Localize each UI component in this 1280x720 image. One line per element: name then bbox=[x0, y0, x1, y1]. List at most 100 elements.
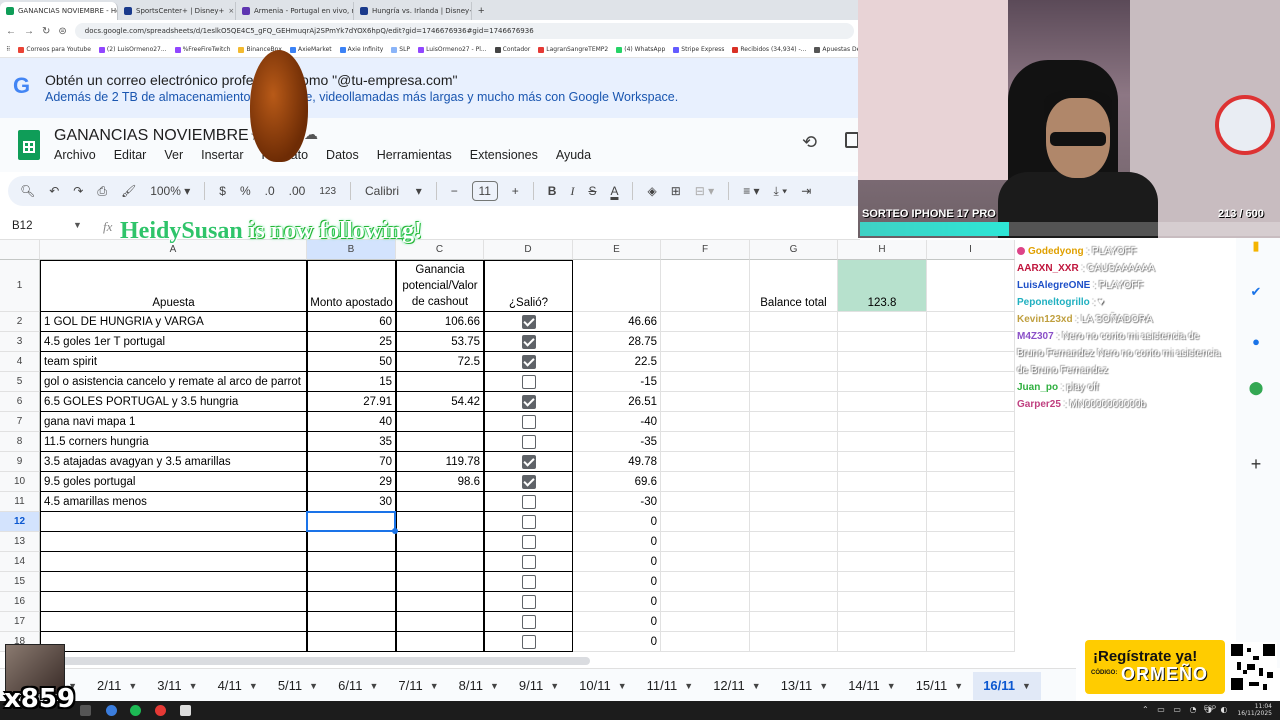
header-salio[interactable]: ¿Salió? bbox=[484, 260, 573, 312]
cell-monto[interactable] bbox=[307, 612, 396, 632]
row-header[interactable]: 4 bbox=[0, 352, 40, 372]
cell-ganancia[interactable] bbox=[396, 512, 484, 532]
cell-empty[interactable] bbox=[661, 452, 750, 472]
cell-apuesta[interactable] bbox=[40, 592, 307, 612]
menu-item-herramientas[interactable]: Herramientas bbox=[377, 148, 452, 162]
salio-checkbox[interactable] bbox=[521, 634, 536, 649]
cell-empty[interactable] bbox=[661, 592, 750, 612]
salio-checkbox[interactable] bbox=[521, 314, 536, 329]
cell-empty[interactable] bbox=[838, 452, 927, 472]
cell-empty[interactable] bbox=[750, 512, 838, 532]
cell-empty[interactable] bbox=[750, 492, 838, 512]
edge-icon[interactable] bbox=[106, 705, 117, 716]
row-header[interactable]: 5 bbox=[0, 372, 40, 392]
search-menus-icon[interactable]: 🔍︎ bbox=[20, 184, 35, 198]
bookmark-item[interactable]: AxieMarket bbox=[289, 46, 332, 53]
cell-monto[interactable] bbox=[307, 632, 396, 652]
input-language[interactable]: ESP bbox=[1204, 706, 1216, 712]
clock[interactable]: 11:04 16/11/2025 bbox=[1237, 703, 1272, 717]
browser-tab[interactable]: SportsCenter+ | Disney+ × bbox=[118, 2, 236, 20]
contacts-icon[interactable]: ● bbox=[1248, 334, 1264, 350]
cell-salio[interactable] bbox=[484, 432, 573, 452]
cell-salio[interactable] bbox=[484, 512, 573, 532]
zoom-select[interactable]: 100% ▾ bbox=[150, 184, 190, 198]
cell-resultado[interactable]: 69.6 bbox=[573, 472, 661, 492]
cell-salio[interactable] bbox=[484, 572, 573, 592]
cell-empty[interactable] bbox=[661, 552, 750, 572]
menu-item-ver[interactable]: Ver bbox=[164, 148, 183, 162]
cell-empty[interactable] bbox=[838, 632, 927, 652]
cell-empty[interactable] bbox=[838, 532, 927, 552]
cell-empty[interactable] bbox=[750, 372, 838, 392]
sheet-tab[interactable]: 6/11 ▼ bbox=[328, 672, 388, 700]
cell-ganancia[interactable]: 72.5 bbox=[396, 352, 484, 372]
row-header[interactable]: 11 bbox=[0, 492, 40, 512]
browser-tab[interactable]: Armenia - Portugal en vivo, res× bbox=[236, 2, 354, 20]
cell-empty[interactable] bbox=[838, 332, 927, 352]
row-header[interactable]: 6 bbox=[0, 392, 40, 412]
cell-apuesta[interactable]: 11.5 corners hungria bbox=[40, 432, 307, 452]
cell-resultado[interactable]: 46.66 bbox=[573, 312, 661, 332]
bookmark-item[interactable]: Correos para Youtube bbox=[18, 46, 91, 53]
get-addons-icon[interactable]: + bbox=[1248, 455, 1264, 473]
cell-apuesta[interactable]: team spirit bbox=[40, 352, 307, 372]
borders-icon[interactable]: ⊞ bbox=[671, 184, 681, 198]
row-header[interactable]: 14 bbox=[0, 552, 40, 572]
fill-handle[interactable] bbox=[392, 528, 398, 534]
menu-item-archivo[interactable]: Archivo bbox=[54, 148, 96, 162]
cell-resultado[interactable]: -30 bbox=[573, 492, 661, 512]
cell-apuesta[interactable]: 9.5 goles portugal bbox=[40, 472, 307, 492]
spotify-icon[interactable] bbox=[130, 705, 141, 716]
cell-empty[interactable] bbox=[927, 532, 1015, 552]
cell-ganancia[interactable]: 53.75 bbox=[396, 332, 484, 352]
browser-tab[interactable]: Hungría vs. Irlanda | Disney+× bbox=[354, 2, 472, 20]
sheet-tab[interactable]: 16/11 ▼ bbox=[973, 671, 1041, 700]
cell-empty[interactable] bbox=[661, 432, 750, 452]
bookmark-item[interactable]: %FreeFireTwitch bbox=[174, 46, 230, 53]
cell-monto[interactable]: 60 bbox=[307, 312, 396, 332]
cell-empty[interactable] bbox=[750, 392, 838, 412]
menu-item-extensiones[interactable]: Extensiones bbox=[470, 148, 538, 162]
cell-ganancia[interactable] bbox=[396, 592, 484, 612]
cell-ganancia[interactable] bbox=[396, 372, 484, 392]
cell-salio[interactable] bbox=[484, 352, 573, 372]
balance-total-value[interactable]: 123.8 bbox=[838, 260, 927, 312]
salio-checkbox[interactable] bbox=[521, 514, 536, 529]
cell-apuesta[interactable]: gana navi mapa 1 bbox=[40, 412, 307, 432]
cell-empty[interactable] bbox=[927, 472, 1015, 492]
salio-checkbox[interactable] bbox=[521, 354, 536, 369]
sheet-tab[interactable]: 7/11 ▼ bbox=[388, 672, 448, 700]
cell-empty[interactable] bbox=[661, 472, 750, 492]
salio-checkbox[interactable] bbox=[521, 614, 536, 629]
cell-empty[interactable] bbox=[750, 572, 838, 592]
cell-ganancia[interactable]: 119.78 bbox=[396, 452, 484, 472]
cell-monto[interactable]: 70 bbox=[307, 452, 396, 472]
spreadsheet-grid[interactable]: ABCDEFGHIJ1ApuestaMonto apostadoGanancia… bbox=[0, 240, 1015, 655]
column-header-e[interactable]: E bbox=[573, 240, 661, 260]
menu-item-ayuda[interactable]: Ayuda bbox=[556, 148, 591, 162]
cell-empty[interactable] bbox=[838, 572, 927, 592]
cell-empty[interactable] bbox=[927, 632, 1015, 652]
sheet-tab[interactable]: 13/11 ▼ bbox=[771, 672, 839, 700]
salio-checkbox[interactable] bbox=[521, 494, 536, 509]
cell-empty[interactable] bbox=[661, 572, 750, 592]
sheet-tab[interactable]: 12/11 ▼ bbox=[703, 672, 771, 700]
cell-apuesta[interactable] bbox=[40, 612, 307, 632]
cell-empty[interactable] bbox=[661, 392, 750, 412]
salio-checkbox[interactable] bbox=[521, 394, 536, 409]
cell-empty[interactable] bbox=[927, 352, 1015, 372]
cell-f1[interactable] bbox=[661, 260, 750, 312]
percent-format-button[interactable]: % bbox=[240, 184, 251, 198]
forward-icon[interactable]: → bbox=[24, 26, 34, 37]
sheet-tab-dropdown-icon[interactable]: ▼ bbox=[887, 681, 896, 691]
row-header[interactable]: 7 bbox=[0, 412, 40, 432]
cell-resultado[interactable]: -35 bbox=[573, 432, 661, 452]
document-title[interactable]: GANANCIAS NOVIEMBRE bbox=[54, 127, 249, 145]
cell-resultado[interactable]: -40 bbox=[573, 412, 661, 432]
cell-salio[interactable] bbox=[484, 472, 573, 492]
site-info-icon[interactable]: ⊜ bbox=[58, 26, 66, 37]
cell-empty[interactable] bbox=[927, 392, 1015, 412]
cell-empty[interactable] bbox=[838, 472, 927, 492]
cell-empty[interactable] bbox=[661, 512, 750, 532]
row-header[interactable]: 8 bbox=[0, 432, 40, 452]
